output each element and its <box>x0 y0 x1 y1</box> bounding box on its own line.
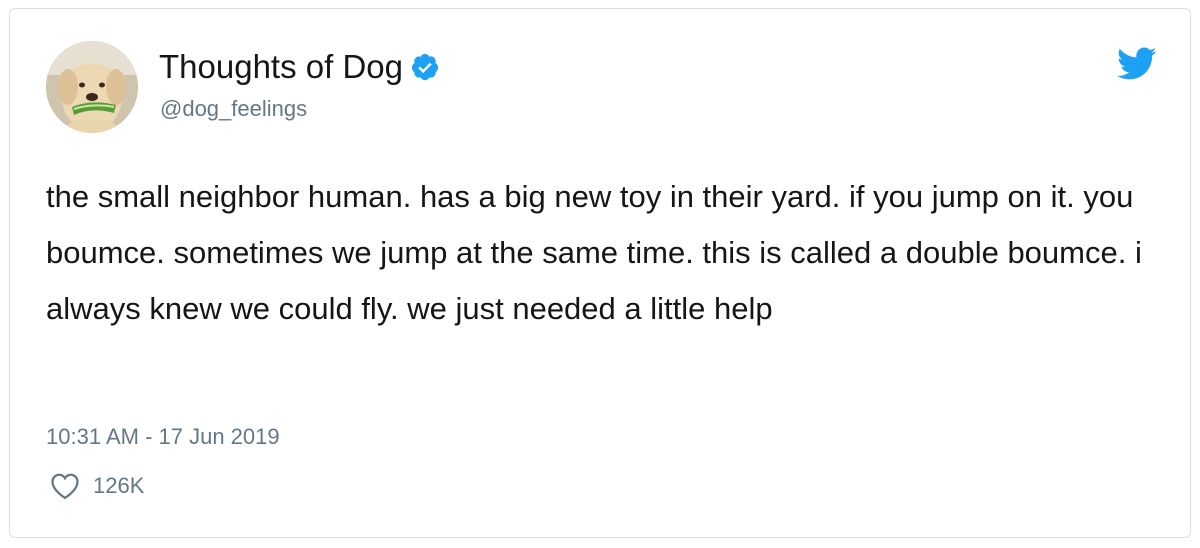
heart-icon[interactable] <box>50 472 80 500</box>
avatar[interactable] <box>46 41 138 133</box>
verified-badge-icon <box>410 52 440 82</box>
like-button[interactable]: 126K <box>50 471 144 501</box>
dog-avatar-image <box>46 41 138 133</box>
author-name-row: Thoughts of Dog <box>159 47 440 87</box>
twitter-bird-icon[interactable] <box>1117 47 1157 81</box>
tweet-timestamp[interactable]: 10:31 AM - 17 Jun 2019 <box>46 422 280 452</box>
tweet-text: the small neighbor human. has a big new … <box>46 179 1142 326</box>
author-name[interactable]: Thoughts of Dog <box>159 47 403 87</box>
author-handle[interactable]: @dog_feelings <box>160 95 307 123</box>
like-count: 126K <box>93 473 145 498</box>
tweet-card: Thoughts of Dog @dog_feelings the small … <box>9 8 1191 538</box>
